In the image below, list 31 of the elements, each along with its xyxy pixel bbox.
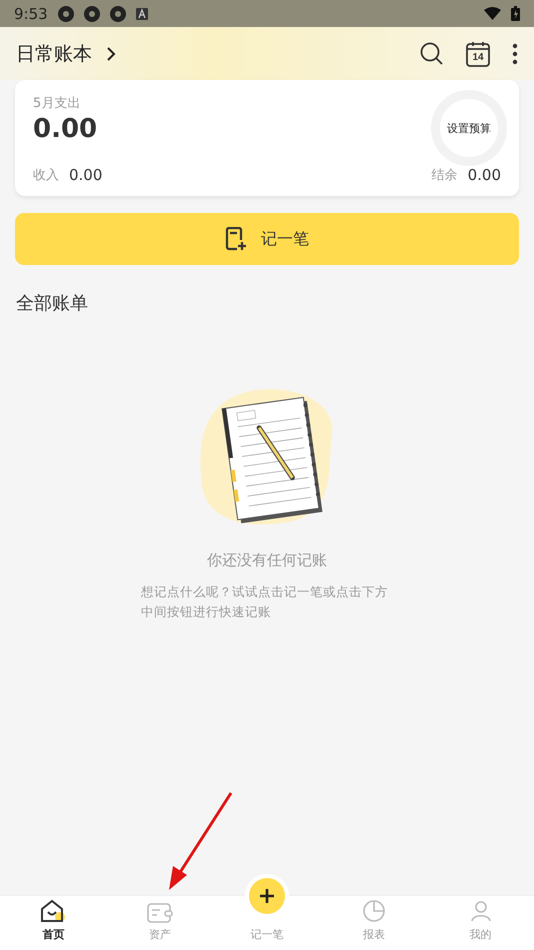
expense-label: 5月支出 [33, 95, 82, 112]
more-button[interactable] [512, 42, 518, 64]
app-notification-icon [110, 6, 126, 22]
empty-hint: 想记点什么呢？试试点击记一笔或点击下方中间按钮进行快速记账 [141, 583, 389, 621]
battery-icon [511, 6, 520, 21]
record-button[interactable]: 记一笔 [15, 213, 519, 265]
balance-label: 结余 [432, 167, 458, 184]
person-icon [468, 899, 493, 923]
income-amount: 0.00 [69, 166, 102, 184]
budget-ring[interactable]: 设置预算 [431, 90, 507, 166]
section-title: 全部账单 [16, 292, 89, 315]
wifi-icon [484, 7, 501, 20]
empty-title: 你还没有任何记账 [207, 551, 327, 570]
plus-icon [259, 888, 275, 904]
chevron-right-icon[interactable] [106, 46, 116, 62]
add-button[interactable] [249, 878, 285, 914]
calendar-button[interactable]: 14 [466, 40, 490, 66]
expense-amount: 0.00 [33, 114, 98, 144]
note-add-icon [225, 227, 247, 251]
chart-icon [362, 899, 386, 923]
keyboard-icon [136, 8, 148, 20]
app-notification-icon [84, 6, 100, 22]
income-label: 收入 [33, 167, 59, 184]
ledger-title[interactable]: 日常账本 [16, 40, 92, 66]
app-notification-icon [58, 6, 74, 22]
home-icon [40, 899, 66, 923]
status-time: 9:53 [14, 4, 48, 22]
nav-tab[interactable]: 首页 [0, 896, 107, 950]
wallet-icon [147, 903, 174, 923]
balance-amount: 0.00 [468, 166, 501, 184]
search-button[interactable] [420, 42, 444, 66]
